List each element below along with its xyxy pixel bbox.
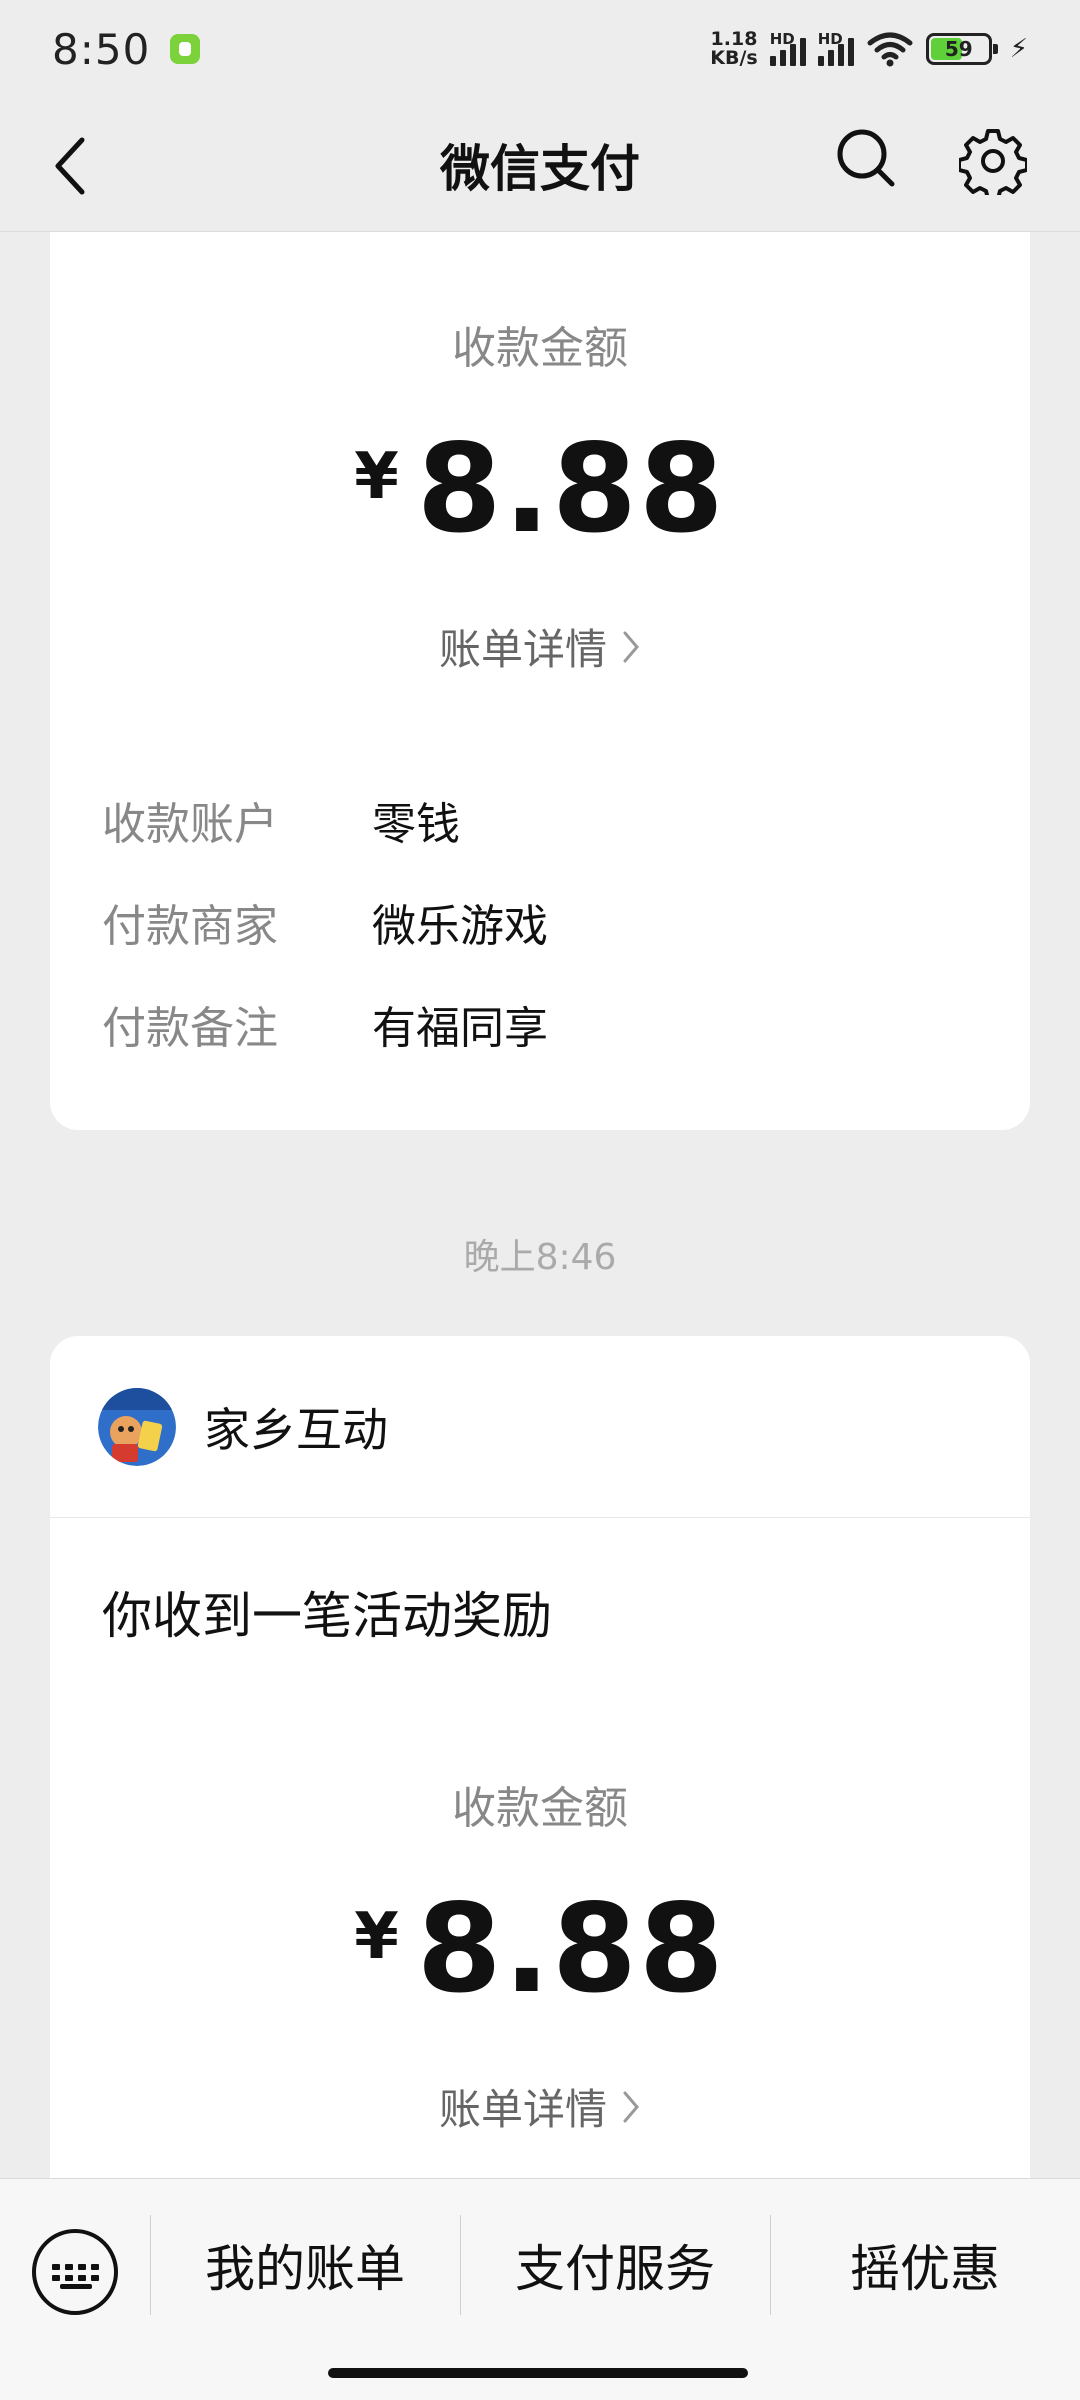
chevron-right-icon [623, 631, 639, 662]
wifi-icon [867, 32, 913, 67]
battery-level: 59 [944, 37, 973, 61]
page-title: 微信支付 [440, 139, 640, 198]
signal-icon-2: HD [817, 30, 854, 66]
search-icon [837, 129, 895, 187]
info-label: 收款账户 [102, 799, 278, 850]
message-timestamp: 晚上8:46 [463, 1237, 617, 1278]
hd-label-2: HD [817, 30, 843, 48]
bill-detail-label: 账单详情 [438, 625, 607, 674]
status-time: 8:50 [52, 24, 151, 74]
amount-display: ¥ 8.88 [50, 418, 1030, 560]
info-value: 微乐游戏 [372, 901, 548, 952]
battery-icon: 59 [925, 33, 998, 65]
back-button[interactable] [40, 126, 100, 206]
menu-my-bills[interactable]: 我的账单 [152, 2215, 458, 2315]
network-speed-unit: KB/s [710, 47, 758, 69]
status-icons: 1.18 KB/s HD HD 59 ⚡ [710, 30, 1028, 68]
gear-icon [959, 129, 1027, 195]
wechat-pay-screen: 8:50 1.18 KB/s HD HD 59 ⚡ 微信支付 收款金额 ¥ 8.… [0, 0, 1080, 2400]
status-bar: 8:50 1.18 KB/s HD HD 59 ⚡ [0, 0, 1080, 98]
payment-card-1[interactable]: 收款金额 ¥ 8.88 账单详情 收款账户 零钱 付款商家 微乐游戏 付款备注 … [50, 232, 1030, 1130]
amount-display: ¥ 8.88 [50, 1878, 1030, 2020]
app-notification-icon [170, 34, 201, 64]
menu-divider [770, 2215, 771, 2315]
game-logo-icon [98, 1387, 176, 1466]
menu-shake-offers[interactable]: 摇优惠 [772, 2215, 1078, 2315]
menu-divider [460, 2215, 461, 2315]
nav-bar: 微信支付 [0, 98, 1080, 232]
amount-label: 收款金额 [452, 323, 628, 374]
merchant-name: 家乡互动 [204, 1402, 388, 1457]
currency-symbol: ¥ [354, 440, 399, 514]
info-row-note: 付款备注 有福同享 [102, 992, 548, 1056]
bill-detail-link[interactable]: 账单详情 [50, 2076, 1030, 2137]
info-label: 付款商家 [102, 901, 278, 952]
menu-payment-services[interactable]: 支付服务 [462, 2215, 768, 2315]
home-indicator[interactable] [328, 2368, 748, 2378]
hd-label: HD [769, 30, 795, 48]
signal-icon: HD [769, 30, 806, 66]
amount-value: 8.88 [416, 418, 726, 560]
info-value: 零钱 [372, 799, 460, 850]
keyboard-toggle-button[interactable] [32, 2229, 118, 2315]
amount-label: 收款金额 [452, 1783, 628, 1834]
currency-symbol: ¥ [354, 1900, 399, 1974]
info-value: 有福同享 [372, 1003, 548, 1054]
amount-value: 8.88 [416, 1878, 726, 2020]
bottom-menu-bar: 我的账单 支付服务 摇优惠 [0, 2178, 1080, 2400]
merchant-avatar [98, 1387, 176, 1466]
merchant-header[interactable]: 家乡互动 [50, 1336, 1030, 1518]
menu-divider [150, 2215, 151, 2315]
bill-detail-label: 账单详情 [438, 2085, 607, 2134]
info-row-merchant: 付款商家 微乐游戏 [102, 890, 548, 954]
message-text: 你收到一笔活动奖励 [102, 1587, 552, 1645]
info-label: 付款备注 [102, 1003, 278, 1054]
chevron-right-icon [623, 2091, 639, 2122]
keyboard-icon [51, 2263, 99, 2281]
chevron-left-icon [55, 137, 85, 195]
bill-detail-link[interactable]: 账单详情 [50, 616, 1030, 677]
charging-icon: ⚡ [1009, 34, 1028, 64]
network-speed: 1.18 KB/s [710, 30, 757, 68]
search-button[interactable] [826, 118, 906, 198]
settings-button[interactable] [950, 118, 1036, 204]
info-row-account: 收款账户 零钱 [102, 788, 460, 852]
